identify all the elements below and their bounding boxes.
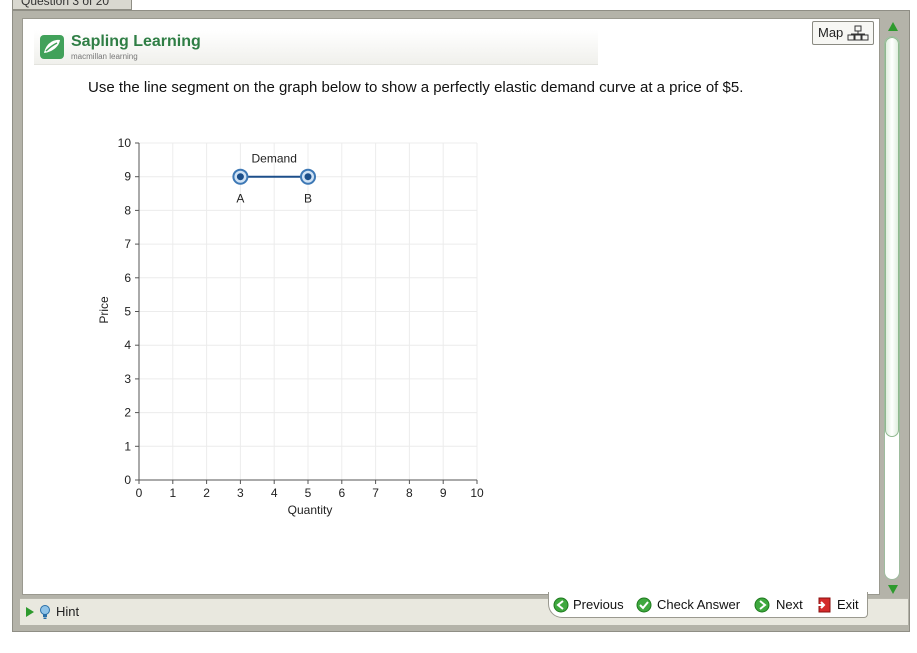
next-label: Next (776, 597, 803, 612)
x-tick-label: 9 (440, 486, 447, 500)
hint-button[interactable]: Hint (56, 604, 79, 619)
scroll-down-arrow-icon[interactable] (888, 585, 898, 594)
x-tick-label: 1 (169, 486, 176, 500)
x-tick-label: 0 (136, 486, 143, 500)
hint-expand-arrow-icon[interactable] (26, 607, 34, 617)
x-tick-label: 5 (305, 486, 312, 500)
next-button[interactable]: Next (754, 596, 806, 614)
y-tick-label: 2 (124, 406, 131, 420)
point-label: B (304, 192, 312, 206)
x-tick-label: 6 (338, 486, 345, 500)
x-tick-label: 7 (372, 486, 379, 500)
point-center (304, 173, 312, 181)
y-tick-label: 7 (124, 237, 131, 251)
point-label: A (236, 192, 244, 206)
arrow-right-circle-icon (754, 597, 770, 613)
previous-label: Previous (573, 597, 624, 612)
exit-label: Exit (837, 597, 859, 612)
previous-button[interactable]: Previous (553, 596, 627, 614)
series-name-label: Demand (252, 152, 297, 166)
y-tick-label: 6 (124, 271, 131, 285)
check-answer-label: Check Answer (657, 597, 741, 612)
x-tick-label: 10 (470, 486, 484, 500)
demand-graph: 0 1 2 3 4 5 6 7 8 9 10012345678910 Quantity Price … (97, 136, 484, 517)
question-tab[interactable]: Question 3 of 20 (12, 0, 132, 10)
scroll-up-arrow-icon[interactable] (888, 22, 898, 31)
arrow-left-circle-icon (553, 597, 569, 613)
y-tick-label: 10 (118, 136, 132, 150)
x-tick-label: 2 (203, 486, 210, 500)
logo-subtitle: macmillan learning (71, 52, 138, 61)
sitemap-icon (847, 25, 869, 41)
map-button[interactable]: Map (812, 21, 874, 45)
x-tick-label: 3 (237, 486, 244, 500)
x-axis-label: Quantity (288, 503, 333, 517)
question-text: Use the line segment on the graph below … (88, 79, 744, 96)
x-tick-label: 4 (271, 486, 278, 500)
y-tick-label: 4 (124, 338, 131, 352)
check-answer-button[interactable]: Check Answer (636, 596, 746, 614)
lightbulb-icon (40, 605, 50, 619)
y-tick-label: 8 (124, 203, 131, 217)
exit-button[interactable]: Exit (816, 596, 862, 614)
sapling-leaf-icon (40, 35, 64, 59)
scrollbar-thumb[interactable] (885, 37, 899, 437)
y-tick-label: 3 (124, 372, 131, 386)
map-label: Map (818, 25, 844, 40)
logo-name: Sapling Learning (71, 33, 201, 50)
y-axis-label: Price (97, 296, 111, 324)
point-center (236, 173, 244, 181)
exit-door-icon (817, 597, 831, 613)
x-tick-label: 8 (406, 486, 413, 500)
y-tick-label: 5 (124, 305, 131, 319)
check-circle-icon (636, 597, 652, 613)
y-tick-label: 9 (124, 170, 131, 184)
y-tick-label: 1 (124, 439, 131, 453)
y-tick-label: 0 (124, 473, 131, 487)
